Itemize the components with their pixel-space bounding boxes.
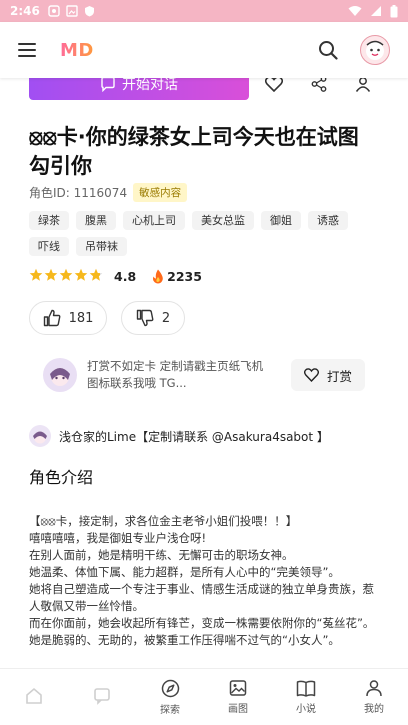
tag[interactable]: 美女总监	[192, 211, 254, 230]
reward-button[interactable]: 打赏	[291, 359, 365, 391]
tag[interactable]: 御姐	[261, 211, 301, 230]
dislike-count: 2	[161, 310, 171, 326]
like-button[interactable]: 181	[29, 301, 107, 335]
tag[interactable]: 吓线	[29, 237, 69, 256]
tag[interactable]: 心机上司	[123, 211, 185, 230]
start-chat-button[interactable]: 开始对话	[29, 78, 249, 100]
character-description: 【⦻⦻卡，接定制，求各位金主老爷小姐们投喂！！】 嘻嘻嘻嘻，我是御姐专业户浅仓呀…	[29, 513, 381, 649]
star-icon	[44, 268, 58, 281]
search-icon[interactable]	[318, 40, 338, 60]
chat-icon	[94, 687, 110, 705]
tag[interactable]: 绿茶	[29, 211, 69, 230]
heat-value: 2235	[167, 269, 202, 284]
battery-icon	[390, 4, 398, 17]
avatar-face-icon	[50, 368, 70, 386]
star-icon	[59, 268, 73, 281]
bottom-navigation: 探索 画图 小说 我的	[0, 668, 408, 725]
nav-item-novel[interactable]: 小说	[272, 669, 340, 725]
star-icon	[89, 268, 103, 281]
dislike-button[interactable]: 2	[121, 301, 185, 335]
fire-icon	[153, 269, 163, 284]
nav-label: 画图	[228, 704, 248, 715]
nav-item-chat[interactable]	[68, 669, 136, 725]
star-icon	[74, 268, 88, 281]
author-row[interactable]: 浅仓家的Lime【定制请联系 @Asakura4sabot 】	[29, 425, 329, 447]
avatar-face-icon	[33, 431, 47, 444]
nav-label: 小说	[296, 703, 316, 715]
thumbs-up-icon	[43, 309, 61, 327]
image-icon	[229, 680, 247, 696]
character-id: 角色ID: 1116074	[29, 186, 128, 200]
author-name[interactable]: 浅仓家的Lime【定制请联系 @Asakura4sabot 】	[59, 428, 329, 445]
star-rating	[29, 268, 104, 285]
home-icon	[26, 687, 42, 704]
shield-icon	[84, 6, 94, 17]
status-time: 2:46	[10, 4, 40, 18]
nav-item-profile[interactable]: 我的	[340, 669, 408, 725]
tag-list: 绿茶 腹黑 心机上司 美女总监 御姐 诱惑 吓线 吊带袜	[29, 211, 379, 256]
character-title: ⦻⦻卡·你的绿茶女上司今天也在试图勾引你	[29, 125, 359, 178]
character-id-row: 角色ID: 1116074 敏感内容	[29, 183, 188, 202]
user-avatar[interactable]	[360, 35, 390, 65]
action-row: 开始对话	[29, 78, 381, 100]
section-title: 角色介绍	[29, 468, 94, 487]
tag[interactable]: 吊带袜	[76, 237, 127, 256]
nav-item-home[interactable]	[0, 669, 68, 725]
favorite-icon[interactable]	[265, 78, 283, 92]
book-icon	[296, 680, 316, 697]
author-small-avatar	[29, 425, 51, 447]
description-line: 她是脆弱的、无助的，被繁重工作压得喘不过气的“小女人”。	[29, 633, 340, 647]
start-chat-label: 开始对话	[122, 78, 178, 93]
character-detail-content[interactable]: 开始对话 ⦻⦻卡·你的绿茶女上司今天也在试图勾引你 角色ID: 1116074 …	[0, 78, 408, 668]
app-header: MD	[0, 22, 408, 78]
description-line: 她温柔、体恤下属、能力超群，是所有人心中的“完美领导”。	[29, 565, 340, 579]
sensitive-badge: 敏感内容	[133, 183, 188, 202]
compass-icon	[161, 679, 179, 697]
heart-icon	[303, 368, 319, 382]
nav-label: 探索	[160, 704, 180, 716]
chat-bubble-icon	[101, 78, 115, 92]
vote-row: 181 2	[29, 301, 185, 335]
description-line: 嘻嘻嘻嘻，我是御姐专业户浅仓呀!	[29, 531, 207, 545]
app-logo[interactable]: MD	[60, 40, 94, 61]
status-notification-icons	[48, 5, 95, 17]
status-system-icons	[348, 4, 398, 18]
heat-count: 2235	[152, 269, 202, 284]
reward-button-label: 打赏	[326, 368, 352, 384]
reward-card: 打赏不如定卡 定制请戳主页纸飞机图标联系我哦 TG... 打赏	[29, 350, 379, 400]
like-count: 181	[68, 310, 94, 326]
nav-item-draw[interactable]: 画图	[204, 669, 272, 725]
tag[interactable]: 诱惑	[308, 211, 348, 230]
menu-icon[interactable]	[18, 43, 36, 57]
description-line: 【⦻⦻卡，接定制，求各位金主老爷小姐们投喂！！】	[29, 514, 298, 528]
avatar-face-icon	[366, 40, 384, 60]
description-line: 她将自己塑造成一个专注于事业、情感生活成谜的独立单身贵族，惹人敬佩又带一丝怜惜。	[29, 582, 374, 613]
person-icon[interactable]	[355, 78, 371, 92]
user-icon	[366, 680, 382, 697]
description-line: 在别人面前，她是精明干练、无懈可击的职场女神。	[29, 548, 294, 562]
nav-item-explore[interactable]: 探索	[136, 669, 204, 725]
thumbs-down-icon	[136, 309, 154, 327]
image-notification-icon	[66, 5, 78, 17]
wifi-icon	[348, 6, 362, 16]
rating-value: 4.8	[114, 269, 137, 284]
author-avatar[interactable]	[43, 358, 77, 392]
description-line: 而在你面前，她会收起所有锋芒，变成一株需要依附你的“菟丝花”。	[29, 616, 375, 630]
star-icon	[29, 268, 43, 281]
nav-label: 我的	[364, 704, 384, 715]
signal-icon	[371, 6, 381, 16]
notification-icon	[48, 5, 60, 17]
status-bar: 2:46	[0, 0, 408, 22]
tag[interactable]: 腹黑	[76, 211, 116, 230]
rating-row: 4.8 2235	[29, 268, 202, 285]
reward-message: 打赏不如定卡 定制请戳主页纸飞机图标联系我哦 TG...	[87, 359, 264, 390]
share-icon[interactable]	[311, 78, 327, 92]
